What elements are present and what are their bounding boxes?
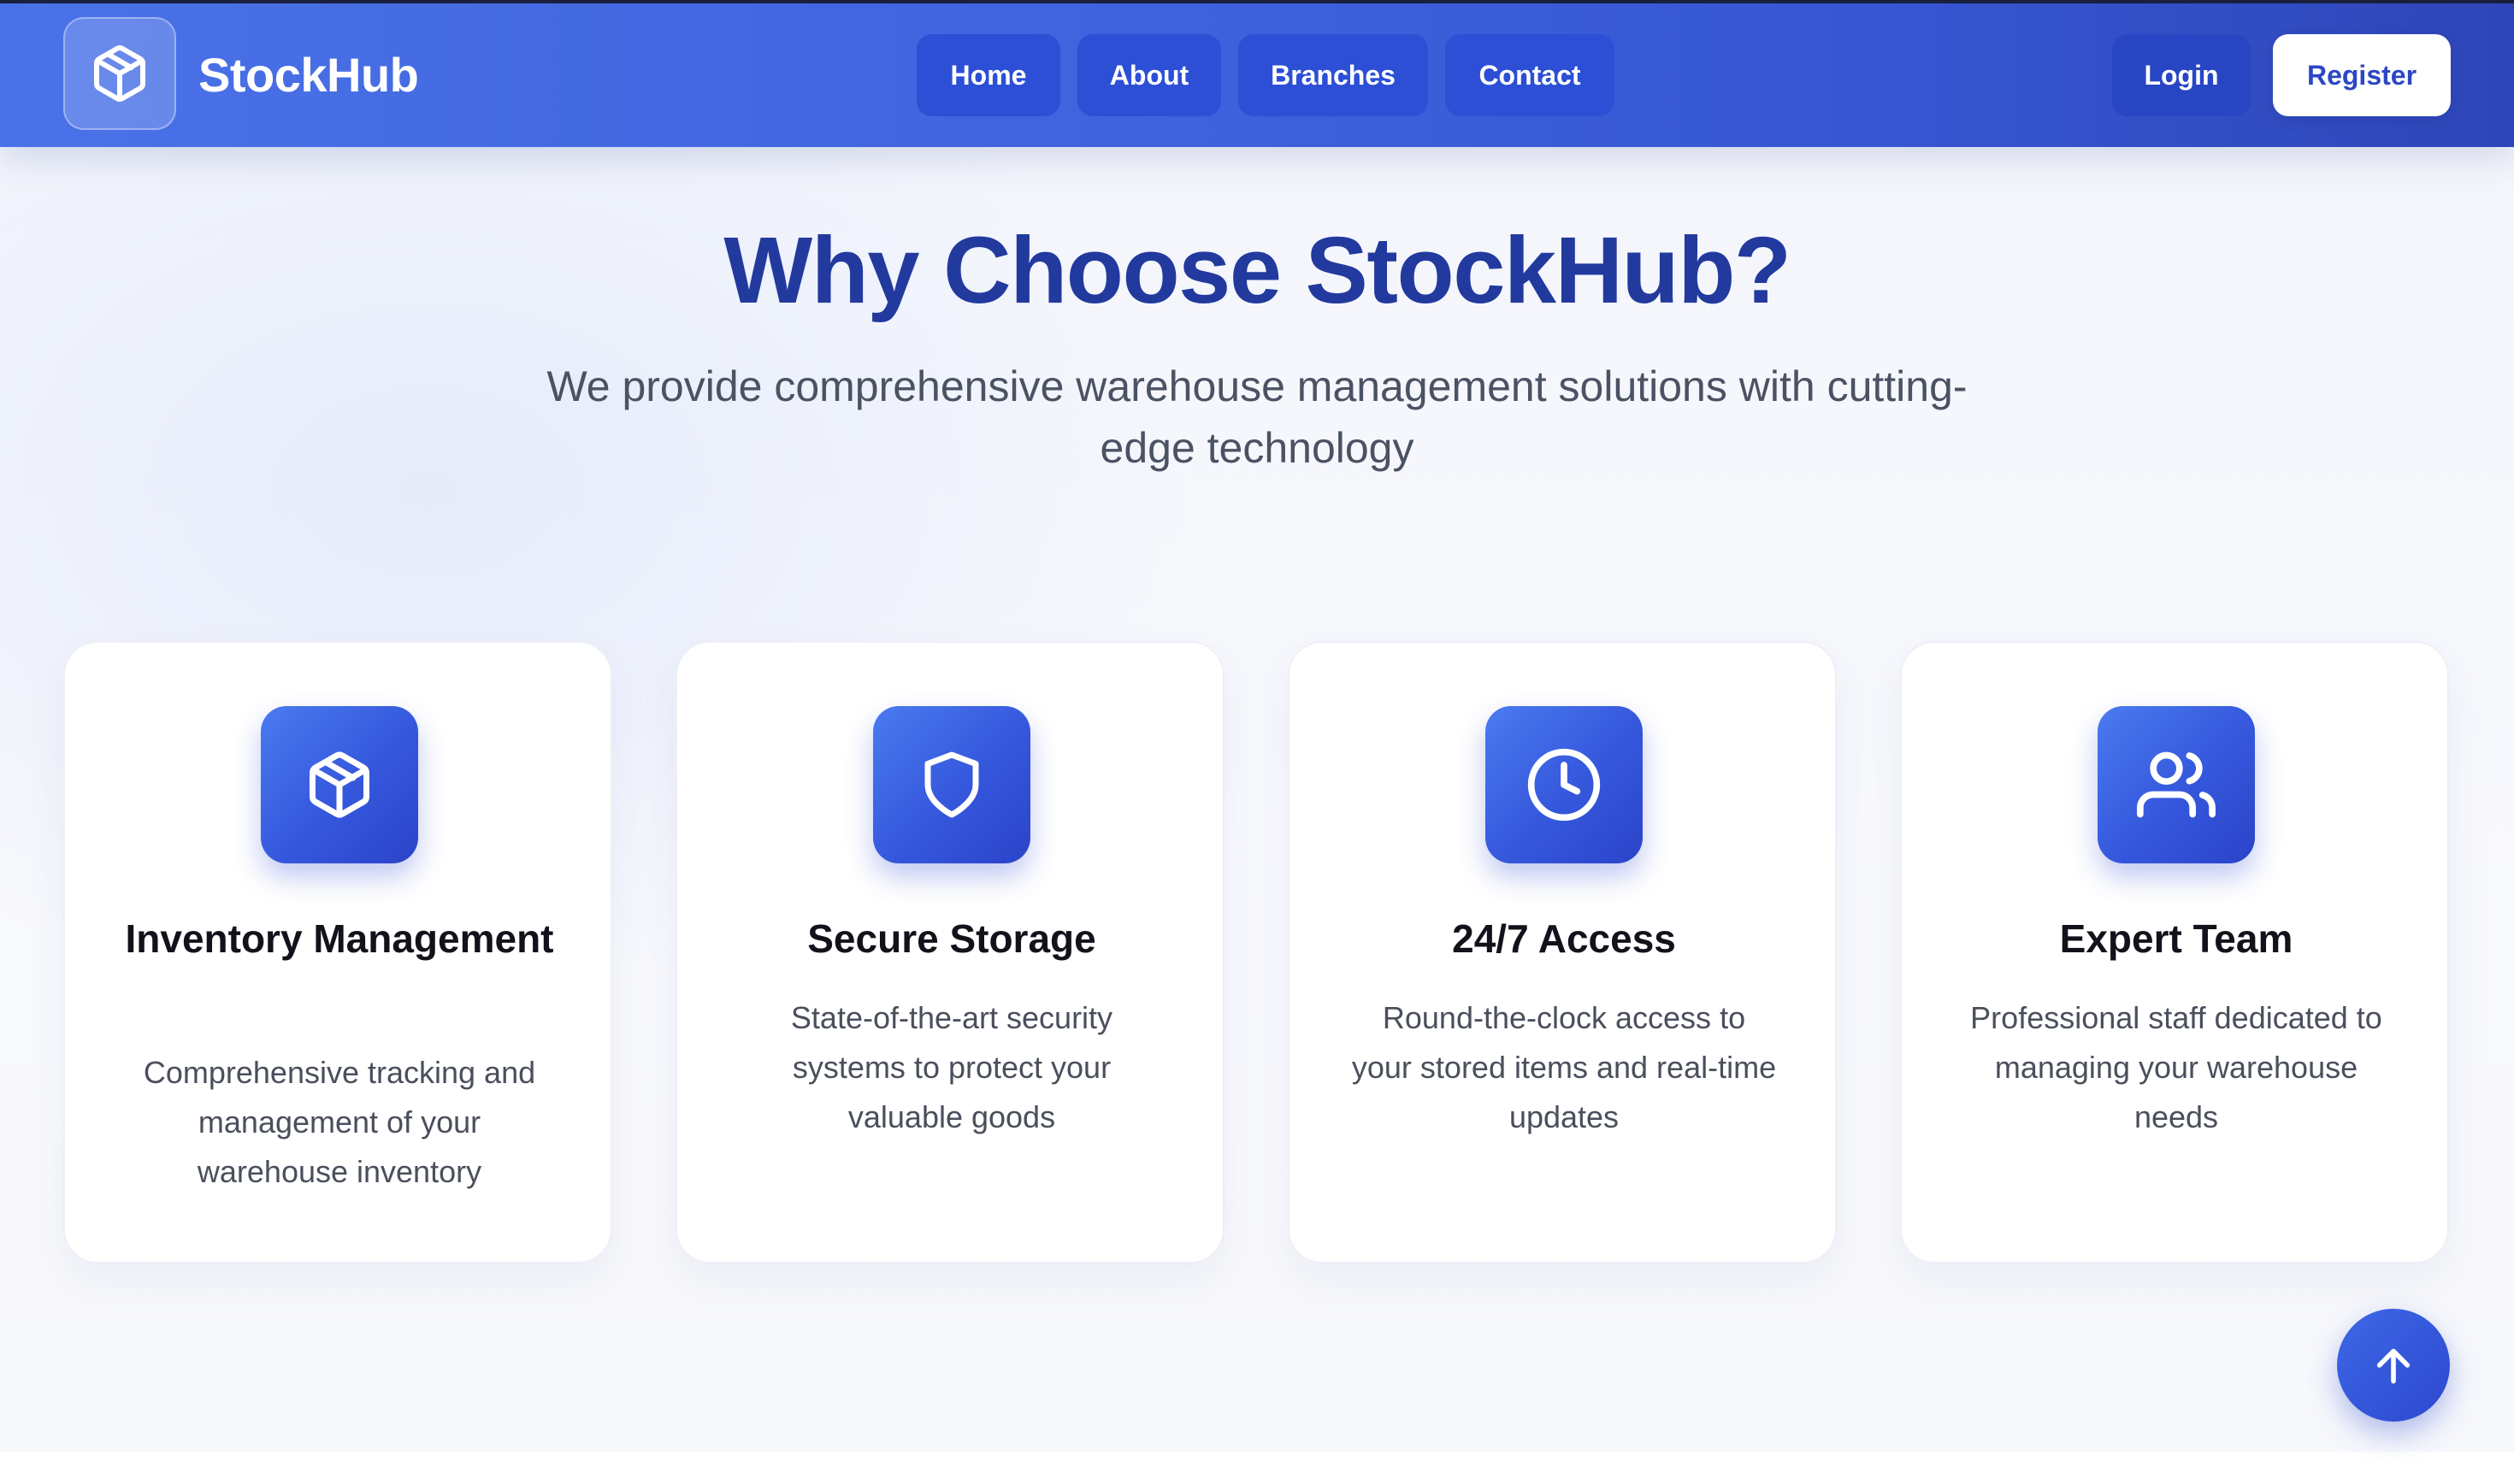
shield-icon (916, 749, 988, 821)
feature-card-access: 24/7 Access Round-the-clock access to yo… (1288, 641, 1837, 1263)
box-icon (89, 43, 150, 104)
section-title: Why Choose StockHub? (723, 218, 1791, 323)
login-button[interactable]: Login (2112, 34, 2251, 116)
main-nav: Home About Branches Contact (917, 34, 1614, 116)
feature-cards: Inventory Management Comprehensive track… (63, 641, 2451, 1263)
users-icon (2137, 745, 2216, 824)
feature-icon-tile (261, 706, 418, 863)
feature-card-description: State-of-the-art security systems to pro… (790, 1000, 1113, 1134)
box-icon (304, 749, 375, 821)
clock-icon (1525, 745, 1603, 824)
feature-card-title: Secure Storage (807, 916, 1096, 961)
nav-home-button[interactable]: Home (917, 34, 1060, 116)
feature-card-title: 24/7 Access (1452, 916, 1676, 961)
page: StockHub Home About Branches Contact Log… (0, 0, 2514, 1484)
site-header: StockHub Home About Branches Contact Log… (0, 3, 2514, 147)
features-section: Why Choose StockHub? We provide comprehe… (0, 147, 2514, 1452)
feature-card-description: Round-the-clock access to your stored it… (1351, 1000, 1777, 1134)
feature-icon-tile (2098, 706, 2255, 863)
scroll-to-top-button[interactable] (2337, 1309, 2450, 1422)
section-subtitle: We provide comprehensive warehouse manag… (546, 362, 1968, 472)
logo[interactable] (63, 17, 176, 130)
nav-about-button[interactable]: About (1077, 34, 1221, 116)
feature-card-secure-storage: Secure Storage State-of-the-art security… (676, 641, 1225, 1263)
arrow-up-icon (2369, 1341, 2417, 1389)
feature-icon-tile (1485, 706, 1643, 863)
feature-card-title: Expert Team (2059, 916, 2293, 961)
feature-icon-tile (873, 706, 1030, 863)
register-button[interactable]: Register (2273, 34, 2451, 116)
feature-card-description: Professional staff dedicated to managing… (1970, 1000, 2382, 1134)
feature-card-description: Comprehensive tracking and management of… (143, 1055, 536, 1189)
feature-card-title: Inventory Management (125, 916, 554, 961)
nav-contact-button[interactable]: Contact (1445, 34, 1614, 116)
brand-name[interactable]: StockHub (198, 48, 419, 103)
feature-card-inventory: Inventory Management Comprehensive track… (63, 641, 612, 1263)
section-divider (0, 1452, 2514, 1484)
feature-card-expert-team: Expert Team Professional staff dedicated… (1900, 641, 2449, 1263)
nav-branches-button[interactable]: Branches (1238, 34, 1428, 116)
